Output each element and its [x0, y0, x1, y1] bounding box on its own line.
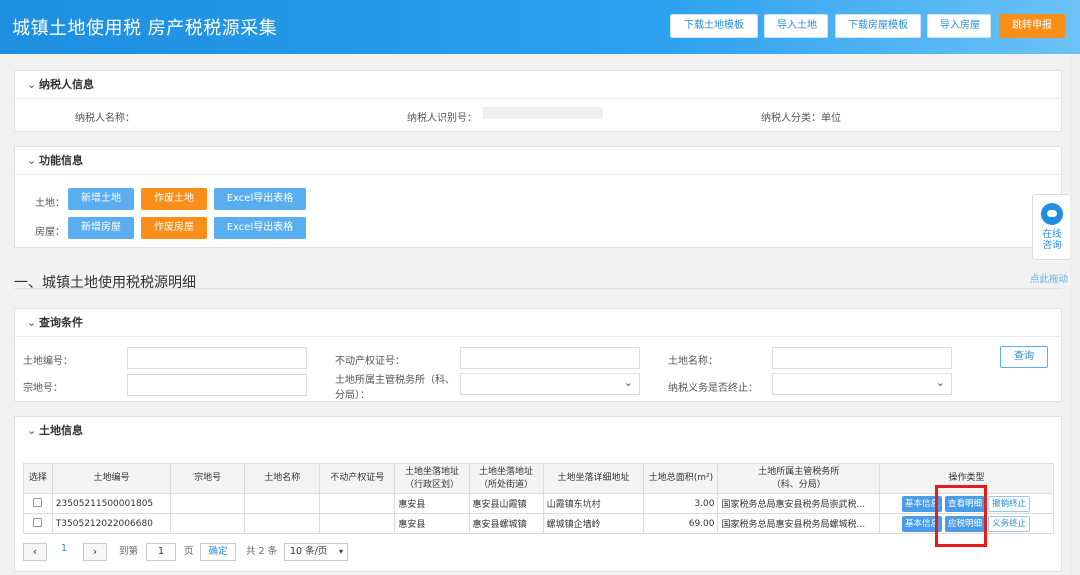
- chevron-down-icon: ⌄: [27, 316, 37, 329]
- land-name-label: 土地名称：: [668, 356, 718, 367]
- chevron-down-icon: ⌄: [27, 78, 37, 91]
- property-cert-label: 不动产权证号：: [335, 356, 405, 367]
- tax-office-select[interactable]: [460, 373, 640, 395]
- goto-page-input[interactable]: 1: [146, 543, 176, 561]
- cell-area: 69.00: [643, 513, 719, 534]
- cell-detail: 山霞镇东坑村: [542, 493, 645, 514]
- taxpayer-id-label: 纳税人识别号：: [407, 113, 477, 124]
- cell-land-no: T3505212022006680: [51, 513, 172, 534]
- cell-parcel: [170, 493, 246, 514]
- download-land-template-button[interactable]: 下载土地模板: [670, 14, 758, 38]
- import-house-button[interactable]: 导入房屋: [927, 14, 991, 38]
- function-panel-header[interactable]: ⌄ 功能信息: [15, 147, 1061, 175]
- house-label: 房屋：: [35, 227, 65, 238]
- land-table: 选择 土地编号 宗地号 土地名称 不动产权证号 土地坐落地址 （行政区划） 土地坐…: [23, 463, 1054, 534]
- function-panel: ⌄ 功能信息 土地： 新增土地 作废土地 Excel导出表格 房屋： 新增房屋 作…: [14, 146, 1062, 248]
- page-size-select[interactable]: 10 条/页 ▾: [284, 543, 348, 561]
- taxpayer-panel-header[interactable]: ⌄ 纳税人信息: [15, 71, 1061, 99]
- cell-name: [244, 493, 321, 514]
- cell-cert: [319, 493, 396, 514]
- export-house-excel-button[interactable]: Excel导出表格: [214, 217, 306, 239]
- page-unit: 页: [184, 546, 194, 557]
- land-no-input[interactable]: [127, 347, 307, 369]
- jump-declare-button[interactable]: 跳转申报: [999, 14, 1065, 38]
- current-page[interactable]: 1: [61, 543, 67, 554]
- top-header: 城镇土地使用税 房产税税源采集 下载土地模板 导入土地 下载房屋模板 导入房屋 …: [0, 0, 1080, 54]
- taxpayer-panel: ⌄ 纳税人信息 纳税人名称： 纳税人识别号： 纳税人分类：单位: [14, 70, 1062, 132]
- taxpayer-name-label: 纳税人名称：: [75, 113, 135, 124]
- add-house-button[interactable]: 新增房屋: [68, 217, 134, 239]
- cell-area: 3.00: [643, 493, 719, 514]
- cell-cert: [319, 513, 396, 534]
- total-count: 共 2 条: [246, 546, 278, 557]
- land-label: 土地：: [35, 198, 65, 209]
- terminate-obligation-button[interactable]: 义务终止: [988, 515, 1031, 532]
- col-land-name: 土地名称: [244, 463, 321, 494]
- table-row: T3505212022006680 惠安县 惠安县螺城镇 螺城镇企墙岭 69.0…: [23, 513, 1054, 534]
- parcel-no-label: 宗地号：: [23, 383, 63, 394]
- page-title: 城镇土地使用税 房产税税源采集: [12, 18, 278, 39]
- col-area: 土地总面积(m²): [643, 463, 719, 494]
- drag-handle-label[interactable]: 点此拖动: [1030, 271, 1068, 285]
- cell-office: 国家税务总局惠安县税务局螺城税...: [717, 513, 881, 534]
- cell-office: 国家税务总局惠安县税务局崇武税...: [717, 493, 881, 514]
- confirm-goto-button[interactable]: 确定: [200, 543, 236, 561]
- cell-district: 惠安县: [394, 493, 470, 514]
- void-house-button[interactable]: 作废房屋: [141, 217, 207, 239]
- col-land-no: 土地编号: [51, 463, 172, 494]
- cell-parcel: [170, 513, 246, 534]
- taxpayer-category-label: 纳税人分类：单位: [761, 113, 841, 124]
- chevron-down-icon: ⌄: [27, 154, 37, 167]
- col-select: 选择: [23, 463, 53, 494]
- divider: [14, 288, 1062, 289]
- table-header-row: 选择 土地编号 宗地号 土地名称 不动产权证号 土地坐落地址 （行政区划） 土地坐…: [23, 463, 1054, 494]
- prev-page-button[interactable]: ‹: [23, 543, 47, 561]
- table-row: 23505211500001805 惠安县 惠安县山霞镇 山霞镇东坑村 3.00…: [23, 493, 1054, 514]
- terminated-select[interactable]: [772, 373, 952, 395]
- goto-label: 到第: [119, 546, 139, 557]
- property-cert-input[interactable]: [460, 347, 640, 369]
- terminated-label: 纳税义务是否终止：: [668, 383, 758, 394]
- query-button[interactable]: 查询: [1000, 346, 1048, 368]
- tax-office-label: 土地所属主管税务所（科、: [335, 375, 455, 386]
- land-name-input[interactable]: [772, 347, 952, 369]
- land-tax-detail-title: 一、城镇土地使用税税源明细: [14, 275, 196, 291]
- cell-land-no: 23505211500001805: [51, 493, 172, 514]
- tax-office-label-cont: 分局）：: [335, 390, 370, 401]
- col-district: 土地坐落地址 （行政区划）: [394, 463, 470, 494]
- add-land-button[interactable]: 新增土地: [68, 188, 134, 210]
- row-checkbox[interactable]: [33, 497, 43, 507]
- online-consult-widget[interactable]: 在线 咨询: [1032, 194, 1072, 260]
- redacted-id: [483, 107, 603, 119]
- void-land-button[interactable]: 作废土地: [141, 188, 207, 210]
- highlight-box: [935, 485, 987, 547]
- cell-district: 惠安县: [394, 513, 470, 534]
- row-checkbox[interactable]: [33, 517, 43, 527]
- next-page-button[interactable]: ›: [83, 543, 107, 561]
- cell-street: 惠安县山霞镇: [468, 493, 544, 514]
- import-land-button[interactable]: 导入土地: [764, 14, 828, 38]
- caret-down-icon: ▾: [338, 547, 343, 556]
- scrollbar[interactable]: [1070, 54, 1080, 575]
- revoke-termination-button[interactable]: 撤销终止: [988, 495, 1031, 512]
- query-panel-header[interactable]: ⌄ 查询条件: [15, 309, 1061, 337]
- cell-detail: 螺城镇企墙岭: [542, 513, 645, 534]
- export-land-excel-button[interactable]: Excel导出表格: [214, 188, 306, 210]
- chat-bubble-icon: [1041, 203, 1063, 225]
- download-house-template-button[interactable]: 下载房屋模板: [835, 14, 921, 38]
- cell-street: 惠安县螺城镇: [468, 513, 544, 534]
- col-tax-office: 土地所属主管税务所 （科、分局）: [717, 463, 881, 494]
- cell-name: [244, 513, 321, 534]
- chevron-down-icon: ⌄: [27, 424, 37, 437]
- parcel-no-input[interactable]: [127, 374, 307, 396]
- col-detail-address: 土地坐落详细地址: [542, 463, 645, 494]
- col-cert: 不动产权证号: [319, 463, 396, 494]
- land-no-label: 土地编号：: [23, 356, 73, 367]
- land-info-panel-header[interactable]: ⌄ 土地信息: [15, 417, 1061, 445]
- col-parcel: 宗地号: [170, 463, 246, 494]
- col-street: 土地坐落地址 （所处街道）: [468, 463, 544, 494]
